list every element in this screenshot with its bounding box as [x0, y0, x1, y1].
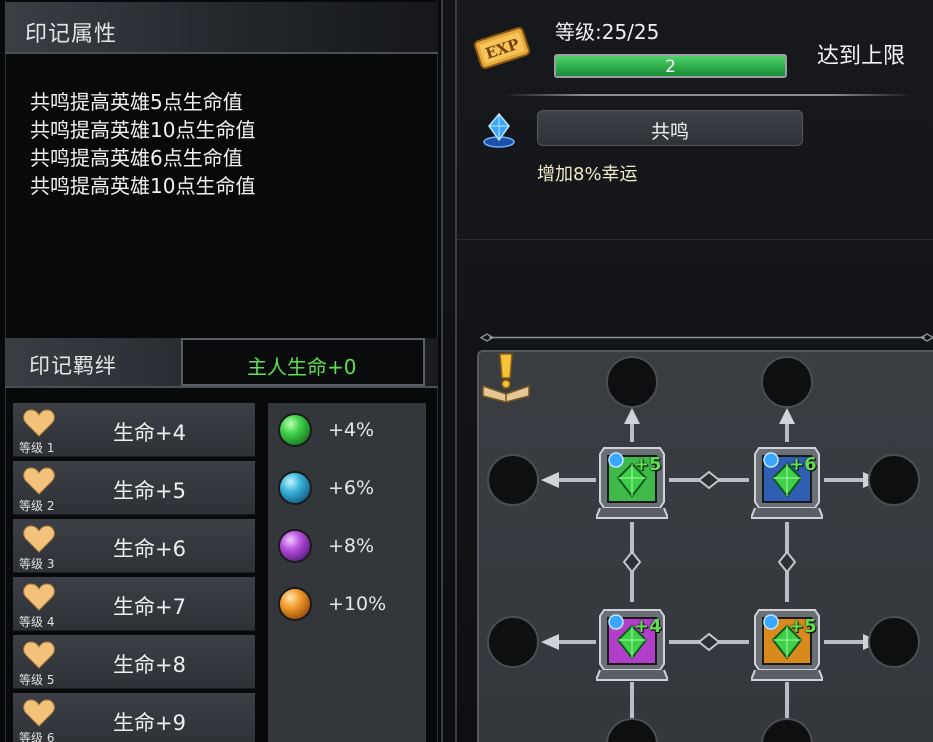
blue-gem-icon: [278, 471, 312, 505]
info-book-icon[interactable]: [479, 352, 533, 404]
level-list: 等级 1 生命+4 等级 2 生命+5 等级 3 生命+6 等级 4 生命+7 …: [13, 403, 255, 742]
gem-row: +4%: [278, 413, 418, 453]
rune-slot-value: +5: [634, 454, 662, 475]
max-level-label: 达到上限: [817, 44, 906, 69]
resonance-button-label: 共鸣: [650, 121, 689, 143]
gem-row: +6%: [278, 471, 418, 511]
gem-row: +10%: [278, 587, 418, 627]
rune-board-graphic: [487, 356, 920, 742]
resonance-button[interactable]: 共鸣: [537, 110, 803, 146]
rune-board: +5 +6 +4 +5: [477, 350, 933, 742]
level-title: 等级:25/25: [555, 20, 660, 44]
left-panel: 印记属性 共鸣提高英雄5点生命值 共鸣提高英雄10点生命值 共鸣提高英雄6点生命…: [0, 0, 443, 742]
purple-gem-icon: [278, 529, 312, 563]
level-row[interactable]: 等级 1 生命+4: [13, 403, 255, 457]
divider: [503, 94, 913, 96]
level-row[interactable]: 等级 6 生命+9: [13, 693, 255, 742]
level-bonus: 生命+9: [113, 711, 186, 735]
heart-icon: [23, 699, 55, 727]
level-label: 等级 4: [19, 615, 55, 629]
heart-icon: [23, 641, 55, 669]
level-label: 等级 2: [19, 499, 55, 513]
level-bonus: 生命+6: [113, 537, 186, 561]
attributes-list: 共鸣提高英雄5点生命值 共鸣提高英雄10点生命值 共鸣提高英雄6点生命值 共鸣提…: [30, 88, 255, 200]
level-row[interactable]: 等级 2 生命+5: [13, 461, 255, 515]
level-bonus: 生命+5: [113, 479, 186, 503]
divider: [457, 239, 933, 240]
exp-value: 2: [665, 57, 676, 77]
bond-value-box: 主人生命+0: [181, 338, 425, 386]
ornament-divider: [479, 333, 933, 342]
heart-icon: [23, 409, 55, 437]
gem-bonus-list: +4% +6% +8% +10%: [268, 403, 426, 742]
rune-slot-green[interactable]: +5: [596, 442, 668, 520]
green-gem-icon: [278, 413, 312, 447]
heart-icon: [23, 467, 55, 495]
right-panel: EXP 等级:25/25 2 达到上限 共鸣 增加8%幸运 +5 +6 +4 +…: [455, 0, 933, 742]
bond-value: 主人生命+0: [247, 355, 357, 379]
bond-title: 印记羁绊: [29, 354, 117, 378]
level-label: 等级 3: [19, 557, 55, 571]
attribute-line: 共鸣提高英雄6点生命值: [30, 146, 243, 170]
rune-slot-value: +5: [789, 616, 817, 637]
level-bonus: 生命+4: [113, 421, 186, 445]
resonance-description: 增加8%幸运: [537, 164, 638, 185]
gem-row: +8%: [278, 529, 418, 569]
level-row[interactable]: 等级 3 生命+6: [13, 519, 255, 573]
exp-icon: EXP: [473, 27, 531, 69]
screen: 印记属性 共鸣提高英雄5点生命值 共鸣提高英雄10点生命值 共鸣提高英雄6点生命…: [0, 0, 933, 742]
rune-slot-value: +6: [789, 454, 817, 475]
gem-bonus: +8%: [328, 535, 375, 557]
rune-slot-orange[interactable]: +5: [751, 604, 823, 682]
level-bonus: 生命+8: [113, 653, 186, 677]
attributes-title: 印记属性: [25, 22, 118, 47]
gem-bonus: +10%: [328, 593, 387, 615]
attributes-header: 印记属性: [5, 2, 438, 54]
gem-bonus: +6%: [328, 477, 375, 499]
rune-slot-blue[interactable]: +6: [751, 442, 823, 520]
level-label: 等级 1: [19, 441, 55, 455]
rune-slot-purple[interactable]: +4: [596, 604, 668, 682]
level-row[interactable]: 等级 5 生命+8: [13, 635, 255, 689]
rune-slot-value: +4: [634, 616, 662, 637]
level-label: 等级 5: [19, 673, 55, 687]
orange-gem-icon: [278, 587, 312, 621]
level-row[interactable]: 等级 4 生命+7: [13, 577, 255, 631]
level-label: 等级 6: [19, 731, 55, 742]
heart-icon: [23, 525, 55, 553]
attribute-line: 共鸣提高英雄10点生命值: [30, 118, 256, 142]
heart-icon: [23, 583, 55, 611]
attribute-line: 共鸣提高英雄10点生命值: [30, 174, 256, 198]
exp-progress-bar: 2: [554, 54, 787, 78]
resonance-crystal-icon: [483, 112, 515, 148]
attribute-line: 共鸣提高英雄5点生命值: [30, 90, 243, 114]
level-bonus: 生命+7: [113, 595, 186, 619]
gem-bonus: +4%: [328, 419, 375, 441]
